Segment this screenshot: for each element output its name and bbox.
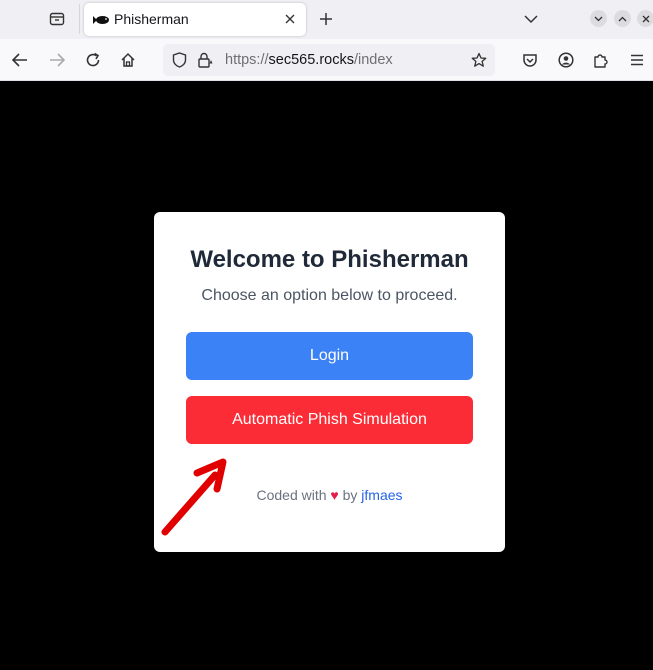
- close-window-button[interactable]: [637, 10, 653, 27]
- url-host: sec565.rocks: [268, 52, 354, 68]
- tab-phisherman[interactable]: Phisherman: [84, 3, 306, 36]
- url-text[interactable]: https://sec565.rocks/index: [225, 52, 393, 68]
- extensions-button[interactable]: [591, 50, 611, 70]
- url-path: /index: [353, 52, 393, 68]
- forward-button[interactable]: [47, 50, 67, 70]
- lock-warning-icon[interactable]: [197, 52, 213, 68]
- menu-button[interactable]: [627, 50, 647, 70]
- footer-by: by: [342, 487, 358, 503]
- reload-button[interactable]: [83, 50, 103, 70]
- automatic-phish-simulation-button[interactable]: Automatic Phish Simulation: [186, 396, 473, 444]
- home-button[interactable]: [118, 50, 138, 70]
- shield-icon[interactable]: [171, 52, 187, 68]
- red-annotation-arrow-icon: [161, 458, 227, 536]
- maximize-button[interactable]: [614, 10, 631, 27]
- login-button[interactable]: Login: [186, 332, 473, 380]
- firefox-view-icon: [49, 12, 65, 26]
- tab-close-icon[interactable]: [282, 11, 298, 27]
- plus-icon: [320, 13, 332, 25]
- footer-prefix: Coded with: [256, 487, 327, 503]
- maximize-icon: [618, 16, 627, 21]
- account-button[interactable]: [556, 50, 576, 70]
- page-subtitle: Choose an option below to proceed.: [201, 287, 458, 304]
- back-button[interactable]: [10, 50, 30, 70]
- heart-icon: ♥: [330, 487, 339, 503]
- pocket-icon: [523, 53, 537, 67]
- account-icon: [558, 52, 574, 68]
- hamburger-menu-icon: [631, 54, 643, 66]
- author-link[interactable]: jfmaes: [361, 487, 402, 503]
- minimize-button[interactable]: [590, 10, 607, 27]
- back-arrow-icon: [12, 53, 27, 67]
- list-all-tabs-button[interactable]: [521, 9, 541, 29]
- bookmark-star-icon[interactable]: [471, 52, 487, 68]
- firefox-view-button[interactable]: [46, 9, 68, 29]
- reload-icon: [86, 52, 100, 67]
- page-title: Welcome to Phisherman: [190, 246, 469, 273]
- address-bar[interactable]: https://sec565.rocks/index: [163, 44, 495, 76]
- tab-bar: Phisherman: [0, 0, 653, 39]
- tab-separator: [79, 4, 80, 34]
- chevron-down-icon: [524, 15, 538, 24]
- tab-title: Phisherman: [114, 11, 189, 27]
- navigation-bar: https://sec565.rocks/index: [0, 39, 653, 81]
- pocket-button[interactable]: [520, 50, 540, 70]
- home-icon: [121, 52, 135, 67]
- minimize-icon: [594, 16, 603, 21]
- forward-arrow-icon: [50, 53, 65, 67]
- puzzle-icon: [594, 54, 608, 68]
- fish-favicon-icon: [93, 16, 109, 24]
- new-tab-button[interactable]: [316, 9, 336, 29]
- url-scheme: https://: [225, 52, 269, 68]
- close-window-icon: [642, 15, 649, 22]
